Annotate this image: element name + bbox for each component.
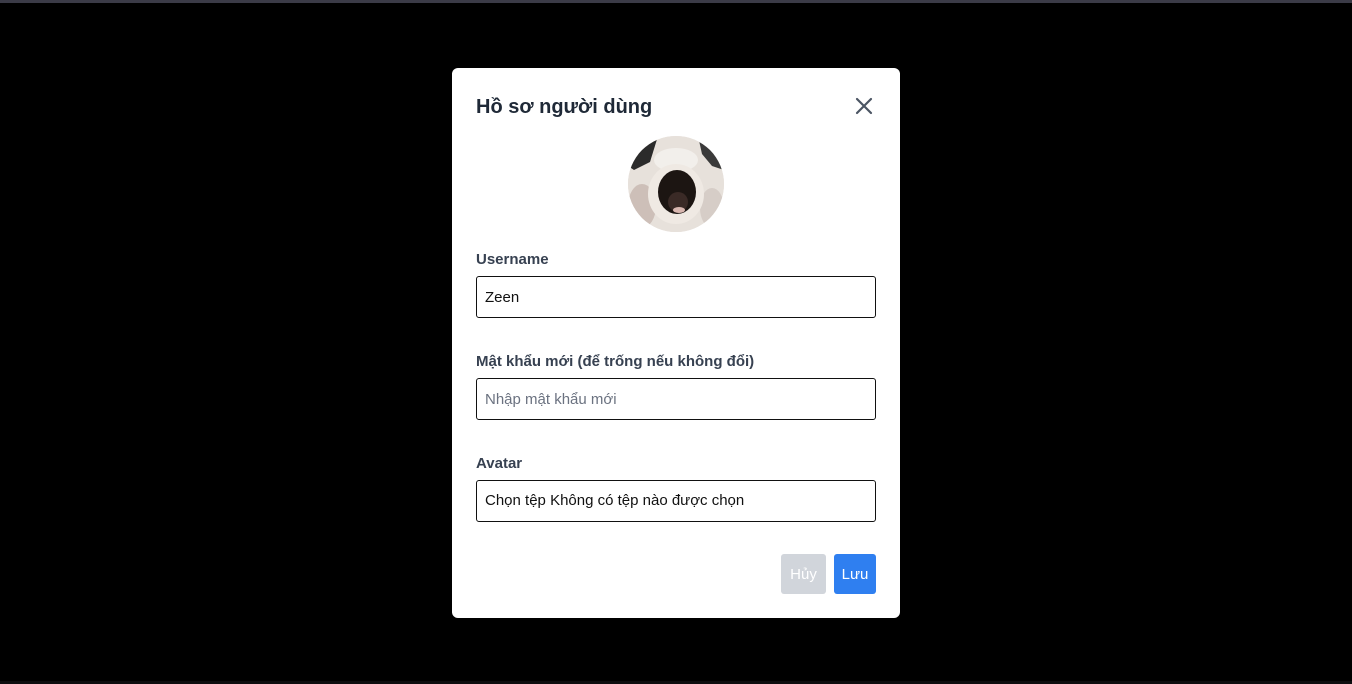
close-icon bbox=[855, 97, 873, 115]
save-button[interactable]: Lưu bbox=[834, 554, 876, 594]
username-input[interactable] bbox=[476, 276, 876, 318]
avatar bbox=[628, 136, 724, 232]
cancel-button[interactable]: Hủy bbox=[781, 554, 826, 594]
password-input[interactable] bbox=[476, 378, 876, 420]
username-label: Username bbox=[476, 251, 549, 268]
avatar-file-input[interactable]: Chọn tệp Không có tệp nào được chọn bbox=[476, 480, 876, 522]
avatar-label: Avatar bbox=[476, 455, 523, 472]
user-profile-modal: Hồ sơ người dùng Username Mật khẩu mới (… bbox=[452, 68, 900, 618]
password-label: Mật khẩu mới (để trống nếu không đổi) bbox=[476, 353, 755, 370]
modal-title: Hồ sơ người dùng bbox=[476, 96, 653, 118]
top-strip bbox=[0, 0, 1352, 3]
choose-file-button[interactable]: Chọn tệp bbox=[485, 492, 546, 509]
file-status: Không có tệp nào được chọn bbox=[550, 492, 745, 509]
close-button[interactable] bbox=[852, 94, 876, 118]
avatar-image bbox=[628, 136, 724, 232]
